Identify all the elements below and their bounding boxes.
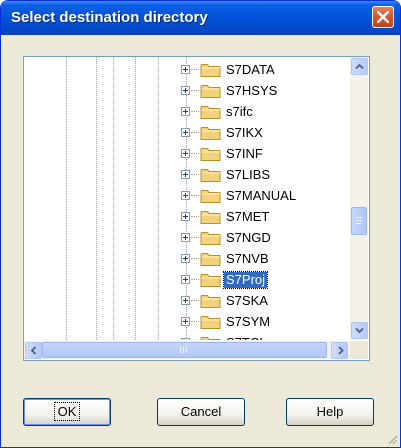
directory-tree[interactable]: S7DATA S7HSYS s7ifc S7IKX S7INF S7LIBS S7MANUA… <box>23 56 370 361</box>
scroll-right-button[interactable] <box>331 342 348 359</box>
plus-expander-icon[interactable] <box>181 296 190 305</box>
arrow-up-icon <box>355 63 364 70</box>
tree-item-label[interactable]: S7SYM <box>224 314 272 330</box>
arrow-down-icon <box>355 327 364 334</box>
tree-connector <box>191 111 199 112</box>
folder-icon <box>200 251 222 272</box>
tree-connector <box>191 69 199 70</box>
tree-item[interactable]: S7MET <box>24 207 350 228</box>
tree-item-label[interactable]: S7MET <box>224 209 271 225</box>
scroll-up-button[interactable] <box>351 58 368 75</box>
tree-connector <box>191 216 199 217</box>
plus-expander-icon[interactable] <box>181 317 190 326</box>
dialog-title: Select destination directory <box>11 9 208 26</box>
plus-expander-icon[interactable] <box>181 254 190 263</box>
tree-item[interactable]: S7SKA <box>24 291 350 312</box>
tree-item[interactable]: S7SYM <box>24 312 350 333</box>
tree-connector <box>191 153 199 154</box>
tree-item[interactable]: S7TCI <box>24 333 350 340</box>
plus-expander-icon[interactable] <box>181 149 190 158</box>
plus-expander-icon[interactable] <box>181 86 190 95</box>
scroll-down-button[interactable] <box>351 322 368 339</box>
tree-item-label[interactable]: S7INF <box>224 146 265 162</box>
help-button-label: Help <box>316 404 344 419</box>
folder-icon <box>200 83 222 104</box>
tree-connector <box>191 321 199 322</box>
plus-expander-icon[interactable] <box>181 275 190 284</box>
arrow-left-icon <box>30 346 37 355</box>
folder-icon <box>200 167 222 188</box>
scrollbar-corner <box>350 341 368 359</box>
folder-icon <box>200 188 222 209</box>
tree-item[interactable]: S7MANUAL <box>24 186 350 207</box>
tree-connector <box>191 90 199 91</box>
tree-item[interactable]: S7INF <box>24 144 350 165</box>
tree-connector <box>191 174 199 175</box>
tree-item-label[interactable]: s7ifc <box>224 104 255 120</box>
tree-connector <box>191 279 199 280</box>
ok-button-label: OK <box>57 404 77 419</box>
tree-item[interactable]: s7ifc <box>24 102 350 123</box>
folder-icon <box>200 272 222 293</box>
tree-item[interactable]: S7DATA <box>24 60 350 81</box>
dialog-window: Select destination directory S7DATA S7HSY… <box>0 0 401 448</box>
close-icon <box>377 11 389 23</box>
plus-expander-icon[interactable] <box>181 170 190 179</box>
tree-item[interactable]: S7NGD <box>24 228 350 249</box>
folder-icon <box>200 146 222 167</box>
tree-item-label[interactable]: S7NVB <box>224 251 271 267</box>
folder-icon <box>200 293 222 314</box>
plus-expander-icon[interactable] <box>181 212 190 221</box>
cancel-button[interactable]: Cancel <box>157 398 245 426</box>
title-bar[interactable]: Select destination directory <box>1 1 400 35</box>
folder-icon <box>200 230 222 251</box>
help-button[interactable]: Help <box>286 398 374 426</box>
folder-icon <box>200 125 222 146</box>
horizontal-scrollbar[interactable] <box>24 341 350 359</box>
tree-item-label[interactable]: S7SKA <box>224 293 270 309</box>
folder-icon <box>200 62 222 83</box>
cancel-button-label: Cancel <box>180 404 222 419</box>
plus-expander-icon[interactable] <box>181 65 190 74</box>
arrow-right-icon <box>338 346 344 355</box>
ok-button[interactable]: OK <box>23 398 111 426</box>
tree-connector <box>191 132 199 133</box>
plus-expander-icon[interactable] <box>181 338 190 340</box>
folder-icon <box>200 209 222 230</box>
resize-grip-icon[interactable] <box>386 433 398 445</box>
scroll-left-button[interactable] <box>25 342 42 359</box>
tree-connector <box>191 237 199 238</box>
vertical-scroll-thumb[interactable] <box>351 207 367 235</box>
tree-item-label[interactable]: S7NGD <box>224 230 273 246</box>
tree-item[interactable]: S7HSYS <box>24 81 350 102</box>
plus-expander-icon[interactable] <box>181 233 190 242</box>
tree-item-label[interactable]: S7IKX <box>224 125 265 141</box>
horizontal-scroll-thumb[interactable] <box>42 342 327 358</box>
plus-expander-icon[interactable] <box>181 191 190 200</box>
tree-connector <box>191 300 199 301</box>
close-button[interactable] <box>372 6 394 28</box>
tree-view[interactable]: S7DATA S7HSYS s7ifc S7IKX S7INF S7LIBS S7MANUA… <box>24 57 350 340</box>
tree-item[interactable]: S7LIBS <box>24 165 350 186</box>
tree-connector <box>191 195 199 196</box>
tree-item-label[interactable]: S7MANUAL <box>224 188 298 204</box>
folder-icon <box>200 104 222 125</box>
vertical-scrollbar[interactable] <box>350 57 368 340</box>
plus-expander-icon[interactable] <box>181 107 190 116</box>
tree-item-label[interactable]: S7HSYS <box>224 83 279 99</box>
tree-item[interactable]: S7Proj <box>24 270 350 291</box>
tree-item[interactable]: S7IKX <box>24 123 350 144</box>
tree-item-label[interactable]: S7Proj <box>222 271 269 289</box>
tree-item-label[interactable]: S7TCI <box>224 335 265 340</box>
folder-icon <box>200 314 222 335</box>
tree-item[interactable]: S7NVB <box>24 249 350 270</box>
tree-connector <box>191 258 199 259</box>
tree-item-label[interactable]: S7LIBS <box>224 167 272 183</box>
tree-item-label[interactable]: S7DATA <box>224 62 277 78</box>
folder-icon <box>200 335 222 340</box>
plus-expander-icon[interactable] <box>181 128 190 137</box>
